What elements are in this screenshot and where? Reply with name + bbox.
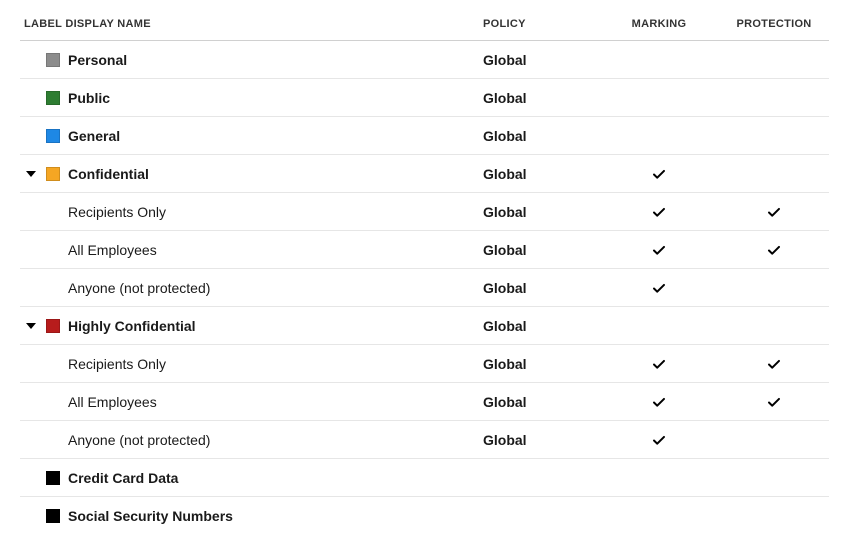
check-icon xyxy=(651,355,667,371)
policy-value: Global xyxy=(483,128,527,144)
policy-value: Global xyxy=(483,166,527,182)
table-header-row: LABEL DISPLAY NAME POLICY MARKING PROTEC… xyxy=(20,10,829,41)
check-icon xyxy=(651,203,667,219)
check-icon xyxy=(651,393,667,409)
label-color-swatch xyxy=(46,319,60,333)
table-row[interactable]: Anyone (not protected) Global xyxy=(20,421,829,459)
check-icon xyxy=(766,241,782,257)
col-header-protection[interactable]: PROTECTION xyxy=(719,10,829,41)
labels-table: LABEL DISPLAY NAME POLICY MARKING PROTEC… xyxy=(20,10,829,535)
label-color-swatch xyxy=(46,167,60,181)
label-name: General xyxy=(68,128,120,144)
table-row[interactable]: Personal Global xyxy=(20,41,829,79)
table-row[interactable]: All Employees Global xyxy=(20,231,829,269)
table-row[interactable]: All Employees Global xyxy=(20,383,829,421)
label-color-swatch xyxy=(46,53,60,67)
label-name: Personal xyxy=(68,52,127,68)
label-color-swatch xyxy=(46,471,60,485)
label-name: Confidential xyxy=(68,166,149,182)
col-header-policy[interactable]: POLICY xyxy=(479,10,599,41)
sublabel-name: All Employees xyxy=(68,394,157,410)
table-row[interactable]: Recipients Only Global xyxy=(20,345,829,383)
policy-value: Global xyxy=(483,280,527,296)
table-row[interactable]: General Global xyxy=(20,117,829,155)
policy-value: Global xyxy=(483,52,527,68)
check-icon xyxy=(766,393,782,409)
policy-value: Global xyxy=(483,90,527,106)
label-color-swatch xyxy=(46,129,60,143)
policy-value: Global xyxy=(483,356,527,372)
table-row[interactable]: Highly Confidential Global xyxy=(20,307,829,345)
check-icon xyxy=(651,279,667,295)
table-row[interactable]: Anyone (not protected) Global xyxy=(20,269,829,307)
check-icon xyxy=(651,241,667,257)
label-color-swatch xyxy=(46,91,60,105)
table-row[interactable]: Recipients Only Global xyxy=(20,193,829,231)
collapse-icon[interactable] xyxy=(24,169,38,179)
col-header-marking[interactable]: MARKING xyxy=(599,10,719,41)
table-row[interactable]: Public Global xyxy=(20,79,829,117)
label-name: Highly Confidential xyxy=(68,318,196,334)
policy-value: Global xyxy=(483,204,527,220)
check-icon xyxy=(651,165,667,181)
label-name: Credit Card Data xyxy=(68,470,178,486)
sublabel-name: Anyone (not protected) xyxy=(68,432,210,448)
label-color-swatch xyxy=(46,509,60,523)
sublabel-name: All Employees xyxy=(68,242,157,258)
policy-value: Global xyxy=(483,432,527,448)
table-row[interactable]: Credit Card Data xyxy=(20,459,829,497)
sublabel-name: Recipients Only xyxy=(68,356,166,372)
policy-value: Global xyxy=(483,394,527,410)
check-icon xyxy=(766,203,782,219)
policy-value: Global xyxy=(483,242,527,258)
col-header-name[interactable]: LABEL DISPLAY NAME xyxy=(20,10,479,41)
table-row[interactable]: Social Security Numbers xyxy=(20,497,829,535)
label-name: Public xyxy=(68,90,110,106)
label-name: Social Security Numbers xyxy=(68,508,233,524)
collapse-icon[interactable] xyxy=(24,321,38,331)
table-row[interactable]: Confidential Global xyxy=(20,155,829,193)
sublabel-name: Anyone (not protected) xyxy=(68,280,210,296)
check-icon xyxy=(651,431,667,447)
check-icon xyxy=(766,355,782,371)
policy-value: Global xyxy=(483,318,527,334)
sublabel-name: Recipients Only xyxy=(68,204,166,220)
